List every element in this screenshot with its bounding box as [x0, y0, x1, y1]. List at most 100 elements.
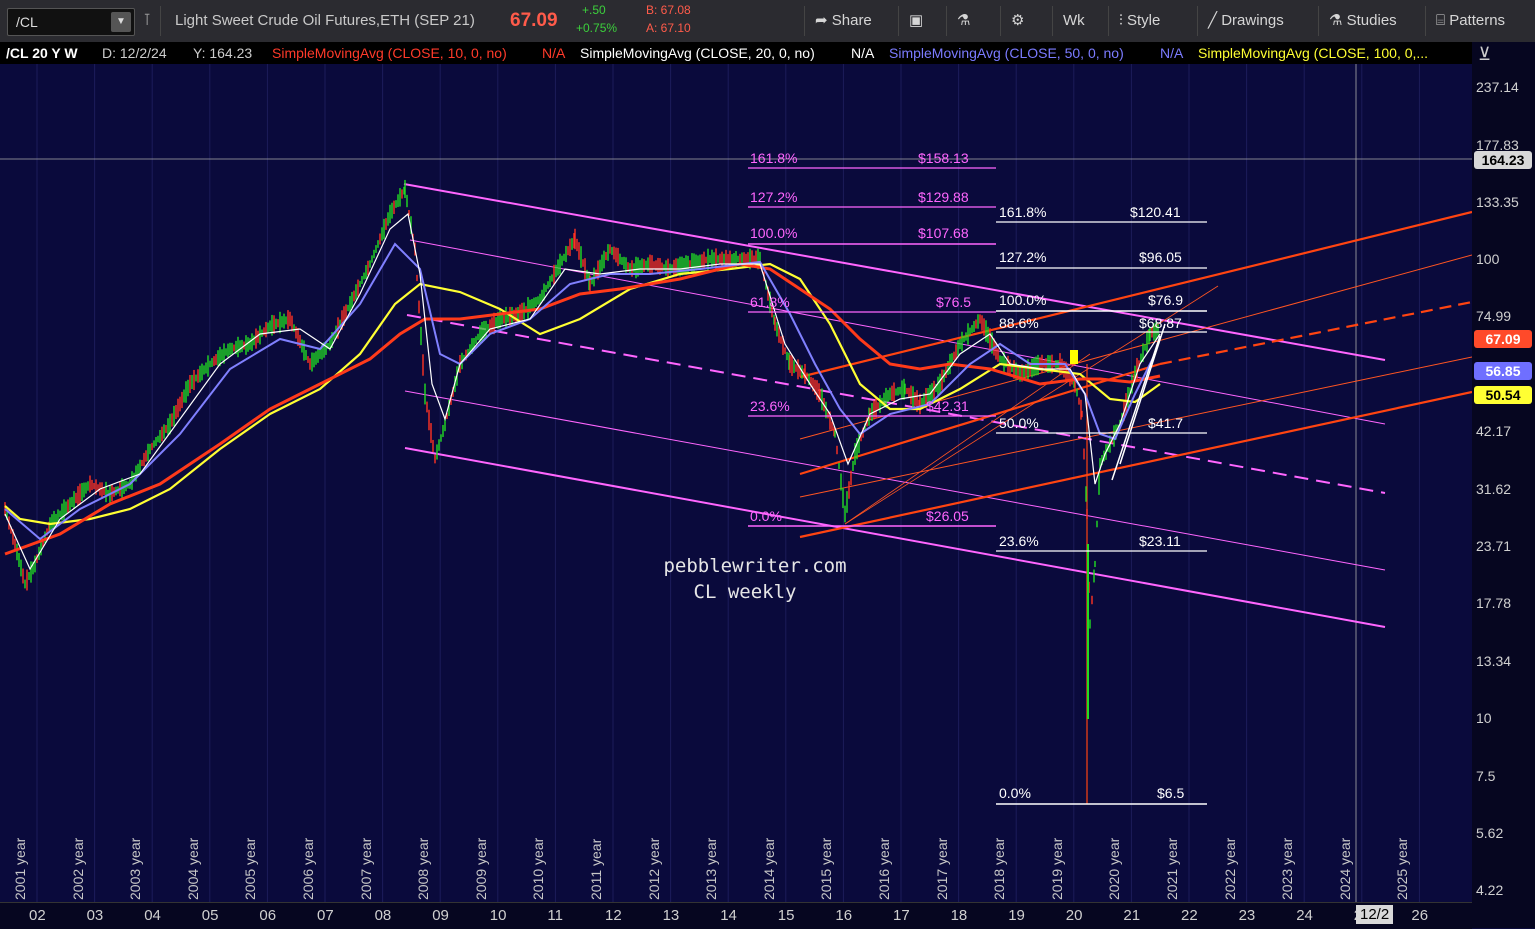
fib-white-label: 127.2%: [999, 249, 1047, 265]
year-label: 2024 year: [1336, 837, 1353, 900]
year-label: 2025 year: [1394, 837, 1411, 900]
sma20-legend[interactable]: SimpleMovingAvg (CLOSE, 20, 0, no): [580, 45, 815, 61]
divider: [160, 6, 161, 36]
year-label: 2013 year: [703, 837, 720, 900]
year-label: 2019 year: [1048, 837, 1065, 900]
y-tick: 7.5: [1476, 768, 1496, 784]
x-tick: 06: [259, 907, 277, 924]
year-label: 2016 year: [876, 837, 892, 900]
year-label: 2012 year: [645, 837, 662, 900]
sma100-legend[interactable]: SimpleMovingAvg (CLOSE, 100, 0,...: [1198, 45, 1428, 61]
year-label: 2021 year: [1164, 837, 1180, 900]
instrument-description: Light Sweet Crude Oil Futures,ETH (SEP 2…: [175, 12, 475, 29]
snapshot-icon: ▣: [909, 12, 924, 29]
x-tick: 10: [489, 907, 507, 924]
chart-symbol-label: /CL 20 Y W: [6, 45, 78, 61]
y-tick: 10: [1476, 710, 1492, 726]
x-tick: 19: [1008, 907, 1025, 924]
sma20-badge: 56.85: [1474, 362, 1532, 380]
y-tick: 74.99: [1476, 308, 1512, 324]
fib-white-price: $120.41: [1130, 204, 1181, 220]
fib-white-label: 23.6%: [999, 533, 1039, 549]
sma50-legend[interactable]: SimpleMovingAvg (CLOSE, 50, 0, no): [889, 45, 1124, 61]
year-label: 2003 year: [127, 837, 144, 900]
fib-white-label: 100.0%: [999, 292, 1047, 308]
fib-white-price: $96.05: [1139, 249, 1182, 265]
studies-button[interactable]: ⚗ Studies: [1318, 6, 1397, 36]
fib-white-label: 50.0%: [999, 415, 1039, 431]
chevron-down-icon[interactable]: ▼: [111, 12, 131, 32]
y-tick: 237.14: [1476, 79, 1519, 95]
fib-white-price: $6.5: [1157, 785, 1185, 801]
fib-pink-label: 23.6%: [750, 398, 790, 414]
year-label: 2001 year: [12, 837, 28, 900]
axis-scale-icon[interactable]: ⊻: [1478, 44, 1491, 65]
drawings-button[interactable]: ╱ Drawings: [1197, 6, 1284, 36]
x-tick: 20: [1065, 907, 1083, 924]
x-tick: 08: [374, 907, 392, 924]
fib-white-price: $76.9: [1148, 292, 1184, 308]
channel-mid-line: [406, 314, 1386, 494]
year-label: 2006 year: [300, 837, 316, 900]
fib-white-label: 161.8%: [999, 204, 1047, 220]
price-chart[interactable]: 161.8% $158.13 127.2% $129.88 100.0% $10…: [0, 64, 1472, 928]
x-tick: 05: [201, 907, 219, 924]
fib-white-label: 88.6%: [999, 315, 1039, 331]
y-tick: 31.62: [1476, 481, 1512, 497]
year-label: 2018 year: [991, 837, 1008, 900]
style-button[interactable]: ⫶ Style: [1108, 6, 1160, 36]
y-tick: 13.34: [1476, 653, 1512, 669]
settings-button[interactable]: ⚙: [1000, 6, 1024, 36]
x-tick: 03: [86, 907, 104, 924]
sma100-badge: 50.54: [1474, 386, 1532, 404]
x-tick: 04: [144, 907, 161, 924]
time-axis[interactable]: 02 03 04 05 06 07 08 09 10 11 12 13 14 15 16 17 18 19 20 21…: [0, 902, 1472, 929]
share-icon: ➦: [815, 12, 828, 29]
sma10-legend[interactable]: SimpleMovingAvg (CLOSE, 10, 0, no): [272, 45, 507, 61]
y-tick: 17.78: [1476, 595, 1512, 611]
x-tick: 21: [1123, 907, 1141, 924]
last-price-badge: 67.09: [1474, 330, 1532, 348]
symbol-lock-icon[interactable]: ⊺: [143, 0, 151, 42]
sma50-value: N/A: [1160, 45, 1184, 61]
fib-pink-price: $76.5: [936, 294, 972, 310]
year-label: 2009 year: [472, 837, 489, 900]
share-button[interactable]: ➦ Share: [804, 6, 872, 36]
sma20-value: N/A: [851, 45, 875, 61]
patterns-button[interactable]: ⌸ Patterns: [1425, 6, 1505, 36]
period-label: Wk: [1063, 12, 1085, 29]
symbol-input[interactable]: /CL ▼: [7, 8, 135, 36]
yellow-marker: [1070, 350, 1078, 364]
cursor-date: D: 12/2/24: [102, 45, 167, 61]
chart-canvas[interactable]: [0, 64, 1472, 928]
year-label: 2011 year: [588, 838, 604, 900]
year-label: 2002 year: [69, 837, 86, 900]
sma10-line: [4, 212, 1161, 571]
flask-button[interactable]: ⚗: [946, 6, 970, 36]
crosshair-price-badge: 164.23: [1474, 151, 1532, 169]
pencil-icon: ╱: [1208, 12, 1218, 29]
year-label: 2023 year: [1279, 837, 1296, 900]
fib-pink-price: $42.31: [926, 398, 969, 414]
year-label: 2007 year: [357, 837, 374, 900]
studies-label: Studies: [1346, 12, 1397, 29]
fib-pink-label: 100.0%: [750, 225, 798, 241]
fib-white-label: 0.0%: [999, 785, 1031, 801]
gear-icon: ⚙: [1011, 12, 1025, 29]
year-label: 2004 year: [184, 837, 201, 900]
year-label: 2014 year: [760, 837, 777, 900]
orange-fan-line-2: [844, 353, 1091, 525]
last-price: 67.09: [510, 10, 558, 31]
sma10-value: N/A: [542, 45, 566, 61]
x-tick: 15: [777, 907, 795, 924]
grid: [36, 64, 1420, 928]
share-label: Share: [831, 12, 872, 29]
style-label: Style: [1126, 12, 1161, 29]
x-tick: 24: [1296, 907, 1313, 924]
year-label: 2010 year: [530, 837, 547, 900]
price-axis[interactable]: ⊻ 237.14 177.83 133.35 100 74.99 42.17 3…: [1472, 42, 1535, 928]
snapshot-button[interactable]: ▣: [898, 6, 923, 36]
y-tick: 23.71: [1476, 538, 1512, 554]
y-tick: 100: [1476, 251, 1500, 267]
period-button[interactable]: Wk: [1052, 6, 1085, 36]
